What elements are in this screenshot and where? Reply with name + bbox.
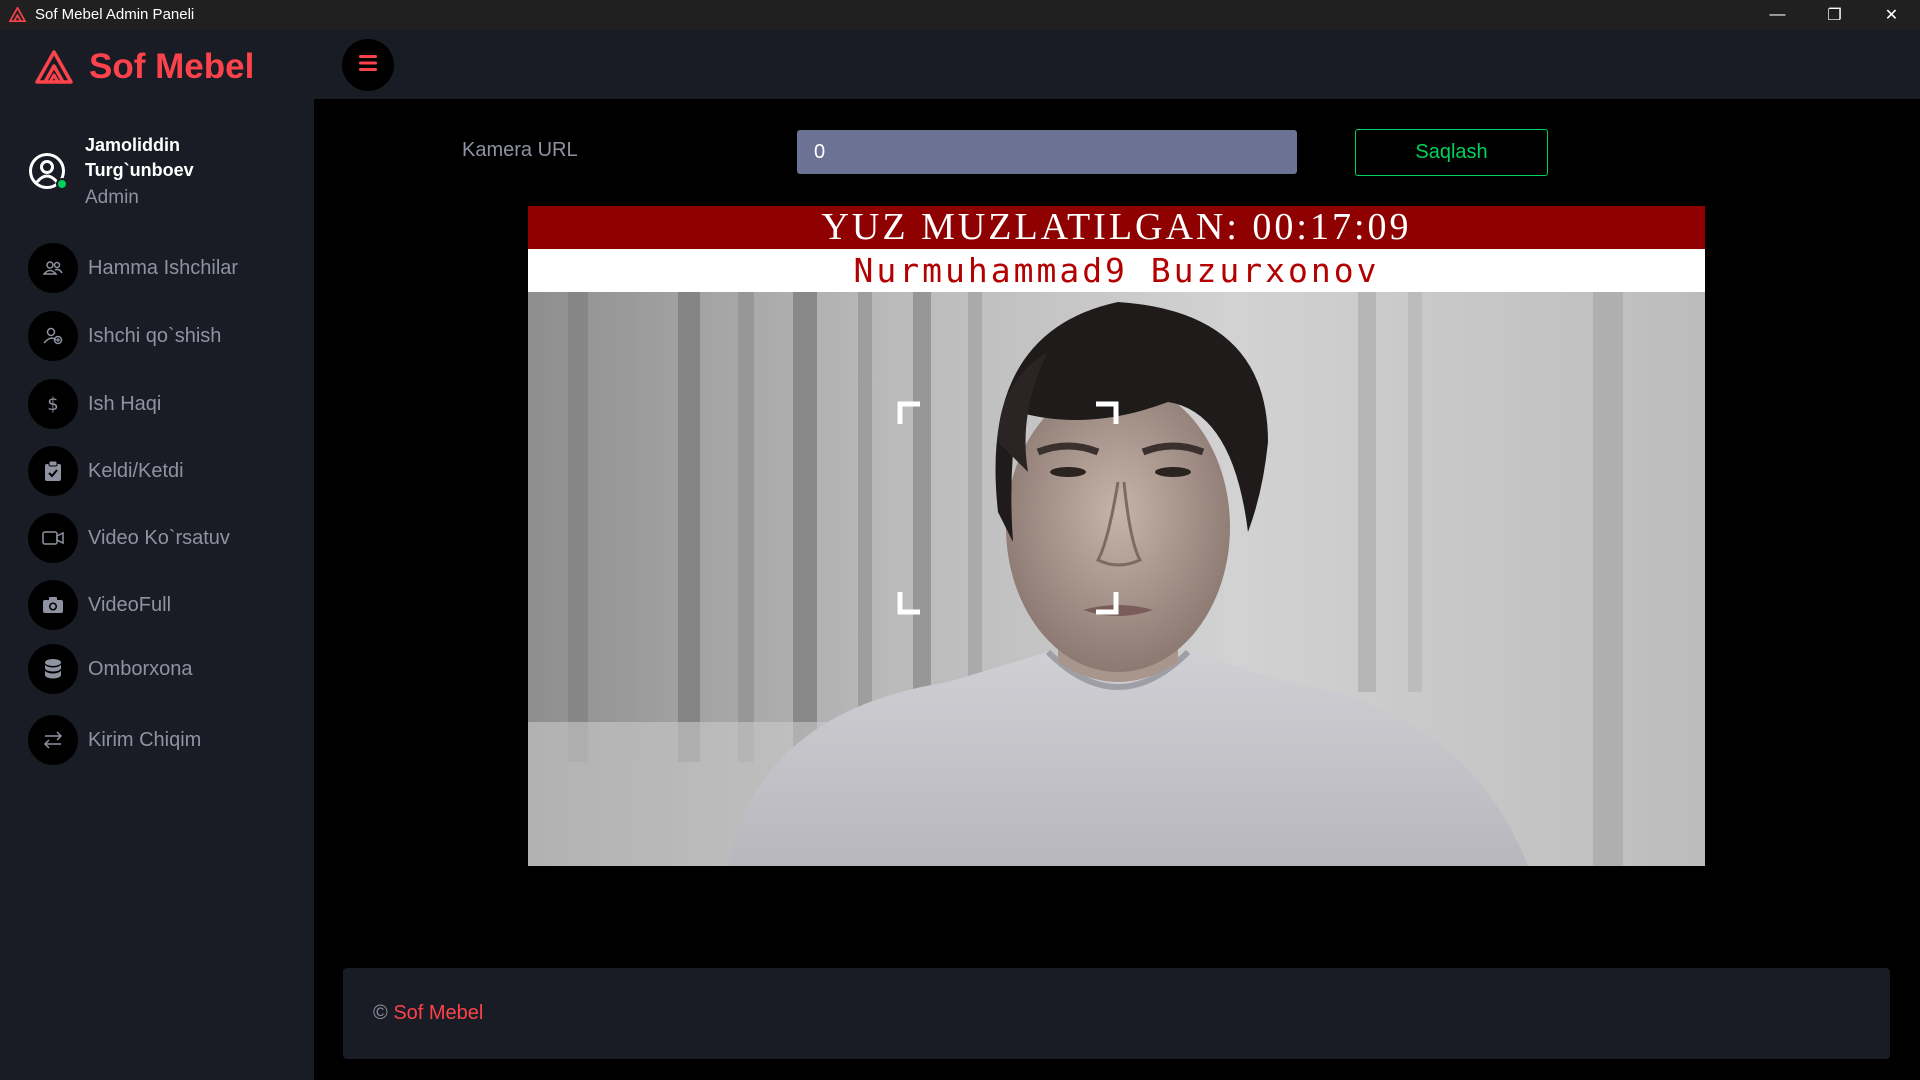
brand[interactable]: Sof Mebel [34, 47, 254, 87]
hamburger-icon [359, 54, 377, 76]
video-camera-icon [28, 513, 78, 563]
footer-brand-link[interactable]: Sof Mebel [393, 1002, 483, 1024]
sidebar-item-label: Ish Haqi [88, 392, 162, 415]
dollar-icon: $ [28, 379, 78, 429]
minimize-icon: — [1769, 5, 1786, 23]
sidebar-item-label: Ishchi qo`shish [88, 324, 222, 347]
clipboard-check-icon [28, 446, 78, 496]
online-status-dot [56, 178, 68, 190]
app-logo-icon [9, 6, 26, 23]
camera-url-label: Kamera URL [462, 139, 578, 161]
video-feed: YUZ MUZLATILGAN: 00:17:09 Nurmuhammad9 B… [528, 206, 1705, 866]
menu-toggle-button[interactable] [342, 39, 394, 91]
close-window-button[interactable]: ✕ [1863, 0, 1920, 29]
main-content: Kamera URL Saqlash YUZ MUZLATILGAN: 00:1… [314, 99, 1920, 1080]
sidebar-item-ishchi-qoshish[interactable]: Ishchi qo`shish [28, 311, 298, 361]
sidebar-item-label: Keldi/Ketdi [88, 459, 184, 482]
sidebar-item-label: VideoFull [88, 593, 172, 616]
camera-frame-image [528, 292, 1705, 866]
copyright-symbol: © [373, 1002, 388, 1024]
sidebar-item-ish-haqi[interactable]: $ Ish Haqi [28, 379, 298, 429]
footer: © Sof Mebel [343, 968, 1890, 1059]
camera-url-input[interactable] [797, 130, 1297, 174]
avatar [28, 152, 68, 190]
sidebar-item-label: Video Ko`rsatuv [88, 526, 230, 549]
svg-text:$: $ [47, 394, 58, 414]
person-name-banner: Nurmuhammad9 Buzurxonov [528, 249, 1705, 292]
sidebar: Jamoliddin Turg`unboev Admin Hamma Ishch… [0, 99, 314, 1080]
sidebar-item-kirim-chiqim[interactable]: Kirim Chiqim [28, 715, 298, 765]
database-icon [28, 644, 78, 694]
sidebar-item-label: Hamma Ishchilar [88, 256, 239, 279]
brand-name: Sof Mebel [89, 47, 255, 86]
user-profile[interactable]: Jamoliddin Turg`unboev Admin [28, 133, 255, 211]
sidebar-item-omborxona[interactable]: Omborxona [28, 644, 298, 694]
swap-arrows-icon [28, 715, 78, 765]
window-title: Sof Mebel Admin Paneli [35, 6, 195, 23]
camera-icon [28, 580, 78, 630]
top-header: Sof Mebel [0, 29, 1920, 99]
users-icon [28, 243, 78, 293]
minimize-button[interactable]: — [1749, 0, 1806, 29]
face-frozen-banner: YUZ MUZLATILGAN: 00:17:09 [528, 206, 1705, 249]
close-icon: ✕ [1884, 6, 1899, 24]
sidebar-item-label: Kirim Chiqim [88, 728, 202, 751]
save-button[interactable]: Saqlash [1355, 129, 1548, 176]
user-role: Admin [85, 187, 139, 208]
sidebar-item-video-korsatuv[interactable]: Video Ko`rsatuv [28, 513, 298, 563]
sidebar-item-videofull[interactable]: VideoFull [28, 580, 298, 630]
restore-icon: ❐ [1827, 6, 1842, 24]
sidebar-item-keldi-ketdi[interactable]: Keldi/Ketdi [28, 446, 298, 496]
copyright: © Sof Mebel [373, 1002, 483, 1025]
sidebar-item-label: Omborxona [88, 657, 193, 680]
brand-logo-icon [34, 49, 74, 85]
user-name: Jamoliddin Turg`unboev [85, 135, 194, 180]
window-titlebar: Sof Mebel Admin Paneli — ❐ ✕ [0, 0, 1920, 29]
restore-button[interactable]: ❐ [1806, 0, 1863, 29]
user-add-icon [28, 311, 78, 361]
sidebar-item-hamma-ishchilar[interactable]: Hamma Ishchilar [28, 243, 298, 293]
